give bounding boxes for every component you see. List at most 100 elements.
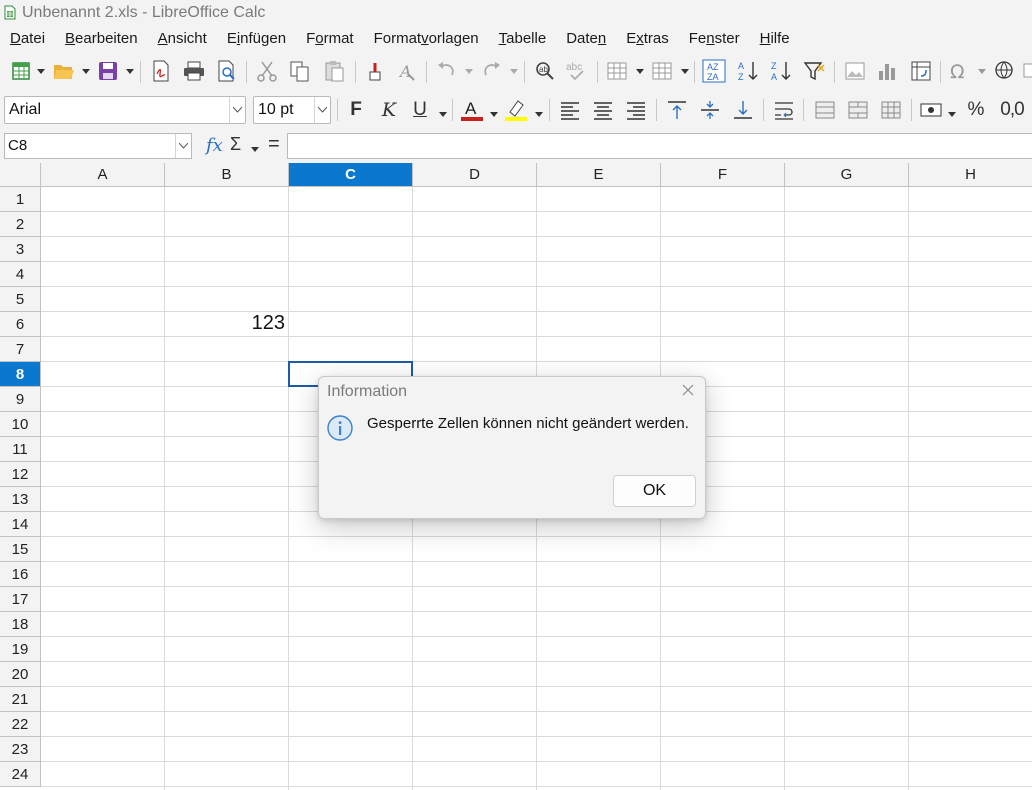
number-format-currency-icon[interactable] — [917, 96, 945, 124]
row-header-2[interactable]: 2 — [0, 212, 41, 237]
menu-item[interactable]: Format — [296, 25, 364, 53]
chevron-down-icon[interactable] — [37, 65, 45, 77]
chevron-down-icon[interactable] — [510, 65, 518, 77]
spellcheck-icon[interactable]: abc — [564, 58, 590, 84]
row-header-18[interactable]: 18 — [0, 612, 41, 637]
save-icon[interactable] — [95, 58, 121, 84]
export-pdf-icon[interactable] — [148, 58, 174, 84]
menu-item[interactable]: Daten — [556, 25, 616, 53]
select-all-corner[interactable] — [0, 163, 41, 187]
chevron-down-icon[interactable] — [314, 97, 330, 123]
column-header-d[interactable]: D — [413, 163, 537, 187]
column-header-c[interactable]: C — [289, 163, 413, 187]
row-header-12[interactable]: 12 — [0, 462, 41, 487]
row-header-22[interactable]: 22 — [0, 712, 41, 737]
insert-image-icon[interactable] — [842, 58, 868, 84]
chevron-down-icon[interactable] — [126, 65, 134, 77]
font-name-combobox[interactable]: Arial — [4, 96, 246, 124]
row-header-21[interactable]: 21 — [0, 687, 41, 712]
column-header-h[interactable]: H — [909, 163, 1032, 187]
menu-item[interactable]: Bearbeiten — [55, 25, 148, 53]
row-header-15[interactable]: 15 — [0, 537, 41, 562]
align-right-icon[interactable] — [622, 96, 650, 124]
chevron-down-icon[interactable] — [636, 65, 644, 77]
row-header-20[interactable]: 20 — [0, 662, 41, 687]
italic-button[interactable]: K — [375, 96, 403, 124]
copy-icon[interactable] — [287, 58, 313, 84]
row-header-11[interactable]: 11 — [0, 437, 41, 462]
align-bottom-icon[interactable] — [729, 96, 757, 124]
row-header-4[interactable]: 4 — [0, 262, 41, 287]
print-preview-icon[interactable] — [214, 58, 240, 84]
menu-item[interactable]: Ansicht — [148, 25, 217, 53]
row-header-19[interactable]: 19 — [0, 637, 41, 662]
column-icon[interactable] — [649, 58, 675, 84]
unmerge-cells-icon[interactable] — [877, 96, 905, 124]
formula-icon[interactable]: = — [268, 133, 280, 156]
clear-formatting-icon[interactable]: A — [394, 58, 420, 84]
underline-button[interactable]: U — [406, 96, 434, 124]
sort-ascending-icon[interactable]: AZ — [735, 58, 761, 84]
menu-item[interactable]: Tabelle — [489, 25, 557, 53]
column-header-b[interactable]: B — [165, 163, 289, 187]
chevron-down-icon[interactable] — [535, 108, 543, 120]
chevron-down-icon[interactable] — [490, 108, 498, 120]
chevron-down-icon[interactable] — [948, 108, 956, 120]
function-wizard-icon[interactable]: fx — [206, 135, 223, 156]
merge-center-icon[interactable] — [844, 96, 872, 124]
row-header-7[interactable]: 7 — [0, 337, 41, 362]
menu-item[interactable]: Datei — [0, 25, 55, 53]
menu-item[interactable]: Einfügen — [217, 25, 296, 53]
font-size-combobox[interactable]: 10 pt — [253, 96, 331, 124]
menu-item[interactable]: Formatvorlagen — [364, 25, 489, 53]
chevron-down-icon[interactable] — [175, 134, 191, 158]
sum-icon[interactable]: Σ — [230, 134, 241, 155]
chevron-down-icon[interactable] — [251, 143, 259, 155]
column-header-e[interactable]: E — [537, 163, 661, 187]
paste-icon[interactable] — [321, 58, 347, 84]
row-header-8[interactable]: 8 — [0, 362, 41, 387]
chevron-down-icon[interactable] — [978, 65, 986, 77]
menu-item[interactable]: Extras — [616, 25, 679, 53]
row-header-10[interactable]: 10 — [0, 412, 41, 437]
clone-formatting-icon[interactable] — [362, 58, 388, 84]
chevron-down-icon[interactable] — [229, 97, 245, 123]
chevron-down-icon[interactable] — [82, 65, 90, 77]
align-center-icon[interactable] — [589, 96, 617, 124]
row-header-17[interactable]: 17 — [0, 587, 41, 612]
font-color-icon[interactable]: A — [458, 96, 486, 124]
comment-icon[interactable] — [1022, 58, 1032, 84]
row-header-6[interactable]: 6 — [0, 312, 41, 337]
cell-b6[interactable]: 123 — [165, 312, 285, 334]
name-box[interactable]: C8 — [4, 133, 192, 159]
highlight-color-icon[interactable] — [502, 96, 530, 124]
chevron-down-icon[interactable] — [465, 65, 473, 77]
open-folder-icon[interactable] — [51, 58, 77, 84]
column-header-g[interactable]: G — [785, 163, 909, 187]
cut-icon[interactable] — [254, 58, 280, 84]
row-header-16[interactable]: 16 — [0, 562, 41, 587]
row-header-1[interactable]: 1 — [0, 187, 41, 212]
align-top-icon[interactable] — [663, 96, 691, 124]
hyperlink-icon[interactable] — [992, 58, 1018, 84]
sort-icon[interactable]: AZ ZA — [701, 58, 727, 84]
chevron-down-icon[interactable] — [681, 65, 689, 77]
ok-button[interactable]: OK — [613, 475, 696, 507]
row-header-3[interactable]: 3 — [0, 237, 41, 262]
formula-input[interactable] — [287, 133, 1032, 159]
column-header-f[interactable]: F — [661, 163, 785, 187]
row-icon[interactable] — [604, 58, 630, 84]
decimal-format-button[interactable]: 0,0 — [995, 96, 1029, 124]
special-character-icon[interactable]: Ω — [946, 58, 972, 84]
print-icon[interactable] — [181, 58, 207, 84]
sort-descending-icon[interactable]: ZA — [768, 58, 794, 84]
menu-item[interactable]: Fenster — [679, 25, 750, 53]
redo-icon[interactable] — [478, 58, 504, 84]
pivot-table-icon[interactable] — [908, 58, 934, 84]
bold-button[interactable]: F — [342, 96, 370, 124]
undo-icon[interactable] — [434, 58, 460, 84]
close-icon[interactable] — [679, 381, 697, 399]
column-header-a[interactable]: A — [41, 163, 165, 187]
chevron-down-icon[interactable] — [439, 108, 447, 120]
center-vertically-icon[interactable] — [696, 96, 724, 124]
